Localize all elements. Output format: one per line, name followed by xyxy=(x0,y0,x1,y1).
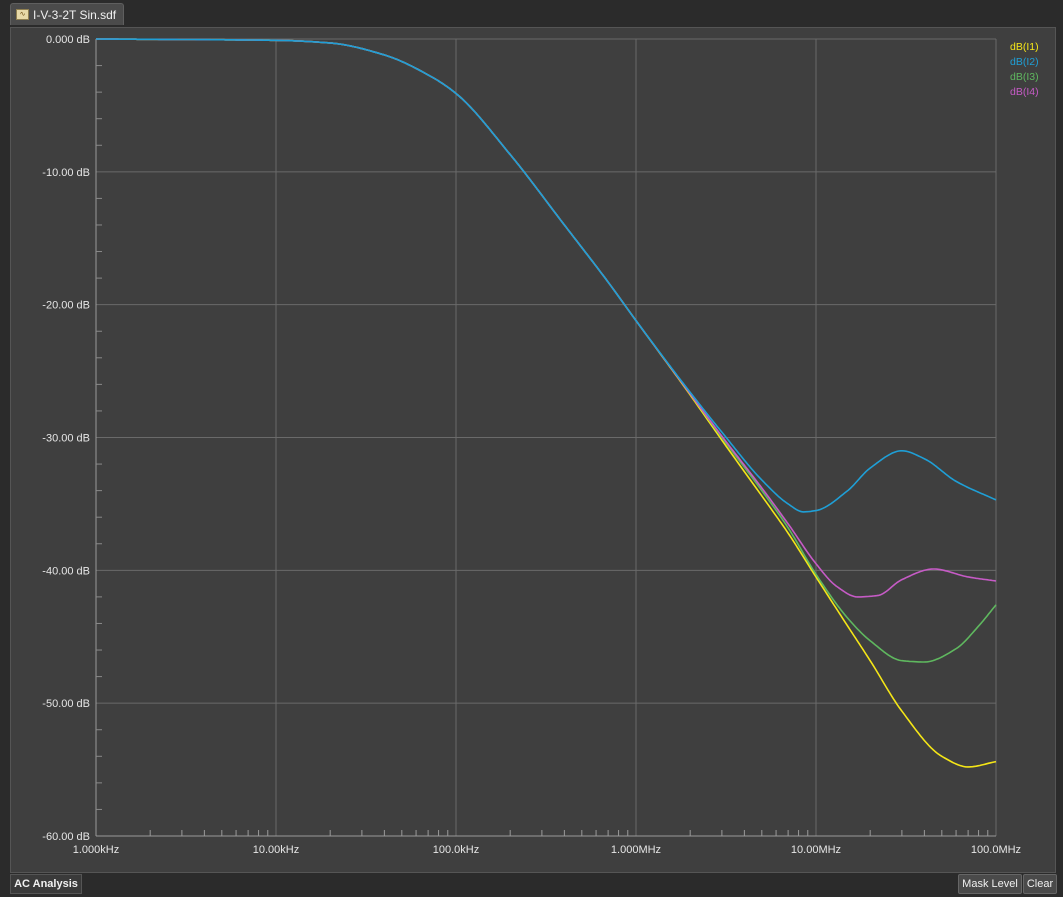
ac-analysis-chart[interactable]: 1.000kHz 10.00kHz 100.0kHz 1.000MHz 10.00MHz… xyxy=(11,28,1055,872)
tab-ac-analysis[interactable]: AC Analysis xyxy=(10,874,82,894)
y-tick-label: -40.00 dB xyxy=(42,565,90,577)
x-tick-label: 100.0MHz xyxy=(971,844,1021,856)
x-tick-label: 1.000MHz xyxy=(611,844,661,856)
y-tick-label: 0.000 dB xyxy=(46,34,90,46)
x-tick-label: 1.000kHz xyxy=(73,844,119,856)
legend-item[interactable]: dB(I3) xyxy=(1010,71,1039,83)
waveform-document-icon: ∿ xyxy=(16,9,29,20)
x-tick-label: 10.00MHz xyxy=(791,844,841,856)
mask-level-button[interactable]: Mask Level xyxy=(958,874,1022,894)
y-tick-label: -60.00 dB xyxy=(42,831,90,843)
bottom-bar: AC Analysis Mask Level Clear xyxy=(0,873,1063,897)
y-tick-label: -10.00 dB xyxy=(42,167,90,179)
x-tick-label: 10.00kHz xyxy=(253,844,299,856)
legend-item[interactable]: dB(I2) xyxy=(1010,56,1039,68)
y-tick-label: -50.00 dB xyxy=(42,698,90,710)
x-tick-label: 100.0kHz xyxy=(433,844,479,856)
document-tab-bar: ∿ I-V-3-2T Sin.sdf * xyxy=(0,0,1063,44)
document-tab[interactable]: ∿ I-V-3-2T Sin.sdf * xyxy=(10,3,124,44)
y-tick-label: -30.00 dB xyxy=(42,433,90,445)
legend-item[interactable]: dB(I4) xyxy=(1010,86,1039,98)
y-tick-label: -20.00 dB xyxy=(42,300,90,312)
waveform-plot-panel[interactable]: 1.000kHz 10.00kHz 100.0kHz 1.000MHz 10.00MHz… xyxy=(10,27,1056,873)
clear-button[interactable]: Clear xyxy=(1023,874,1057,894)
legend-item[interactable]: dB(I1) xyxy=(1010,41,1039,53)
